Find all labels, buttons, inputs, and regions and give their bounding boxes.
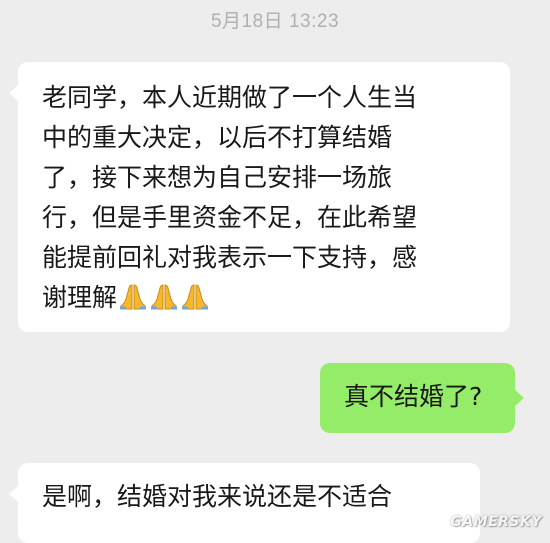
incoming-message-bubble[interactable]: 老同学，本人近期做了一个人生当 中的重大决定，以后不打算结婚 了，接下来想为自己… bbox=[9, 62, 510, 332]
folded-hands-icon bbox=[118, 282, 148, 324]
folded-hands-icon bbox=[149, 282, 179, 324]
incoming-message-bubble[interactable]: 是啊，结婚对我来说还是不适合 bbox=[9, 463, 480, 543]
message-line: 老同学，本人近期做了一个人生当 bbox=[42, 83, 418, 112]
message-line: 行，但是手里资金不足，在此希望 bbox=[42, 203, 418, 232]
bubble-tail bbox=[514, 389, 524, 407]
watermark-logo: GAMERSKY bbox=[450, 514, 542, 530]
chat-view: 5月18日 13:23 老同学，本人近期做了一个人生当 中的重大决定，以后不打算… bbox=[0, 0, 550, 543]
message-line: 能提前回礼对我表示一下支持，感 bbox=[42, 243, 418, 272]
message-text: 真不结婚了? bbox=[344, 382, 483, 411]
bubble-tail bbox=[9, 485, 19, 503]
message-line: 了，接下来想为自己安排一场旅 bbox=[42, 163, 393, 192]
message-line: 中的重大决定，以后不打算结婚 bbox=[42, 123, 393, 152]
message-timestamp: 5月18日 13:23 bbox=[210, 11, 340, 32]
message-text: 是啊，结婚对我来说还是不适合 bbox=[42, 482, 393, 511]
bubble-tail bbox=[9, 84, 19, 102]
message-line-last: 谢理解 bbox=[42, 278, 486, 324]
folded-hands-icon bbox=[180, 282, 210, 324]
message-line: 谢理解 bbox=[42, 283, 118, 312]
outgoing-message-bubble[interactable]: 真不结婚了? bbox=[320, 363, 524, 433]
